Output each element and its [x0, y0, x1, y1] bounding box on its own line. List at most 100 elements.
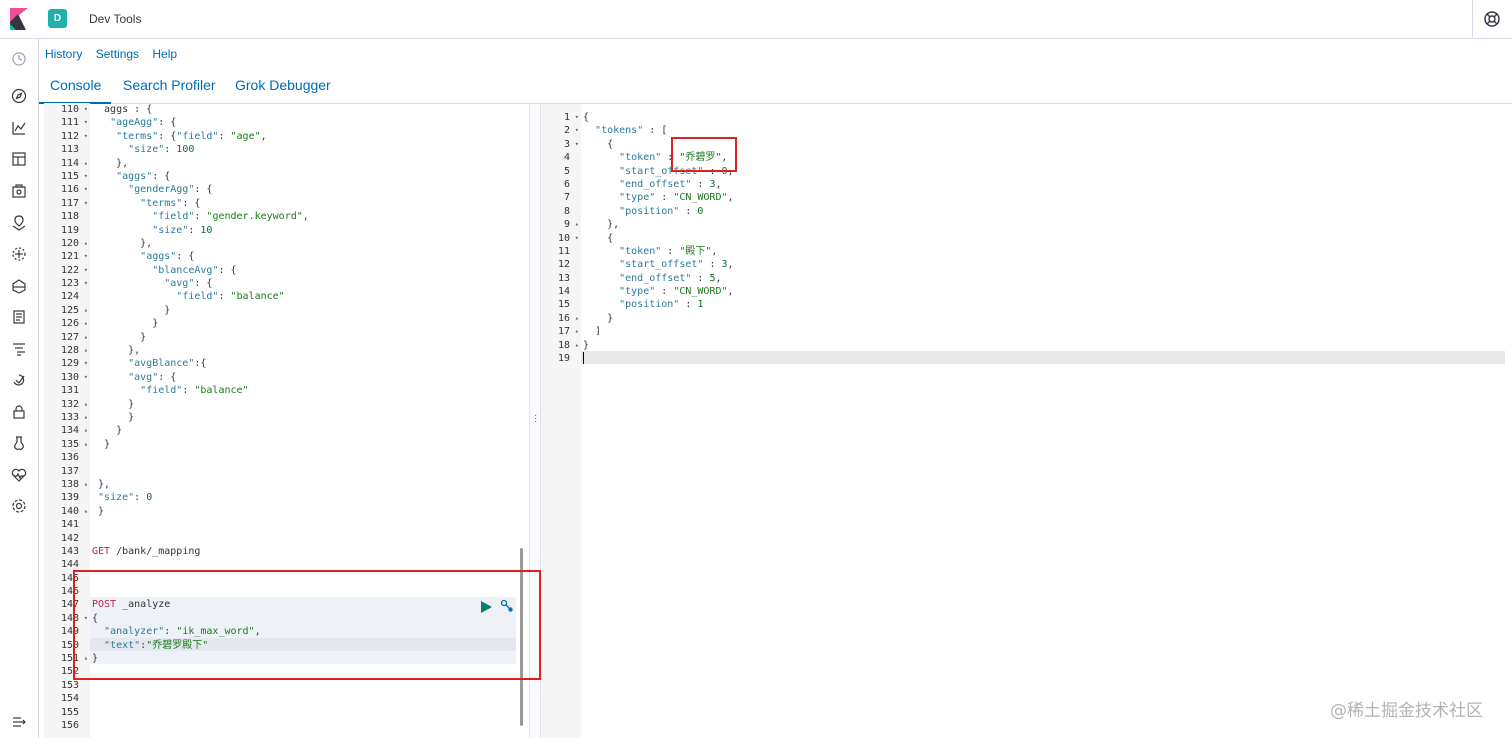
- response-line-number: 12: [557, 259, 570, 271]
- request-line-number: 137: [60, 465, 79, 477]
- request-line-number: 124: [60, 291, 79, 303]
- request-code-line: "terms": {: [140, 197, 201, 209]
- response-code-line: }: [583, 339, 590, 351]
- request-code-line: "field": "balance": [140, 385, 249, 397]
- uptime-icon[interactable]: [11, 372, 27, 388]
- request-line-number: 117: [44, 197, 90, 211]
- request-code-line: "field": "balance": [176, 291, 285, 303]
- request-line-number: 154: [60, 693, 79, 705]
- response-code-line: "tokens" : [: [595, 125, 668, 137]
- request-line-number: 125: [44, 304, 90, 318]
- response-code-line: "end_offset" : 5,: [619, 272, 722, 284]
- monitoring-icon[interactable]: [11, 467, 27, 483]
- request-line-number: 113: [60, 144, 79, 156]
- history-link[interactable]: History: [45, 47, 82, 61]
- request-line-number: 121: [44, 250, 90, 264]
- response-line-number: 10: [541, 232, 581, 246]
- response-code-line: "type" : "CN_WORD",: [619, 192, 734, 204]
- kibana-logo-icon[interactable]: [10, 8, 28, 30]
- clock-icon[interactable]: [11, 51, 27, 67]
- request-line-number: 116: [44, 183, 90, 197]
- tab-console[interactable]: Console: [50, 77, 101, 93]
- apm-icon[interactable]: [11, 341, 27, 357]
- response-line-number: 13: [557, 272, 570, 284]
- top-menu: History Settings Help: [45, 47, 187, 61]
- response-line-number: 3: [541, 138, 581, 152]
- logs-icon[interactable]: [11, 309, 27, 325]
- response-editor[interactable]: { "tokens" : [ { "token" : "乔碧罗", "start…: [581, 104, 1505, 738]
- canvas-icon[interactable]: [11, 183, 27, 199]
- response-line-number: 17: [541, 325, 581, 339]
- top-divider: [1472, 0, 1473, 39]
- visualize-icon[interactable]: [11, 120, 27, 136]
- response-line-number: 8: [563, 205, 570, 217]
- help-link[interactable]: Help: [152, 47, 177, 61]
- request-line-number: 120: [44, 237, 90, 251]
- ml-icon[interactable]: [11, 246, 27, 262]
- request-code-line: }: [92, 505, 105, 517]
- request-code-line: [90, 532, 309, 545]
- request-line-number: 140: [44, 505, 90, 519]
- request-code-line: "aggs": {: [116, 170, 171, 182]
- request-line-number: 122: [44, 264, 90, 278]
- response-line-number: 19: [557, 353, 570, 365]
- request-line-number: 111: [44, 116, 90, 130]
- management-icon[interactable]: [11, 498, 27, 514]
- maps-icon[interactable]: [11, 215, 27, 231]
- compass-icon[interactable]: [11, 88, 27, 104]
- request-line-number: 129: [44, 357, 90, 371]
- request-line-number: 132: [44, 398, 90, 412]
- request-code-line: "blanceAvg": {: [152, 264, 237, 276]
- response-code-line: "position" : 1: [619, 299, 704, 311]
- devtools-icon[interactable]: [11, 435, 27, 451]
- settings-link[interactable]: Settings: [96, 47, 139, 61]
- request-code-line: "terms": {"field": "age",: [116, 130, 267, 142]
- response-line-number: 15: [557, 299, 570, 311]
- request-line-number: 141: [60, 519, 79, 531]
- infrastructure-icon[interactable]: [11, 278, 27, 294]
- request-code-line: }: [92, 398, 135, 410]
- request-line-number: 153: [60, 679, 79, 691]
- request-code-line: }: [92, 411, 135, 423]
- response-line-number: 5: [563, 165, 570, 177]
- side-nav: [0, 39, 39, 738]
- watermark: @稀土掘金技术社区: [1330, 701, 1483, 721]
- request-line-number: 134: [44, 424, 90, 438]
- request-code-line: }: [92, 318, 159, 330]
- tab-grok-debugger[interactable]: Grok Debugger: [235, 77, 331, 93]
- request-code-line: "ageAgg": {: [110, 117, 177, 129]
- request-code-line: }: [92, 331, 147, 343]
- response-code-line: "end_offset" : 3,: [619, 178, 722, 190]
- response-code-line: "token" : "殿下",: [619, 245, 718, 257]
- request-line-number: 155: [60, 706, 79, 718]
- help-menu-icon[interactable]: [1483, 10, 1501, 28]
- request-code-line: },: [92, 478, 111, 490]
- request-line-number: 130: [44, 371, 90, 385]
- collapse-icon[interactable]: [11, 714, 27, 730]
- request-line-number: 110: [44, 103, 90, 117]
- dashboard-icon[interactable]: [11, 151, 27, 167]
- response-code-line: [581, 352, 734, 365]
- response-code-line: "position" : 0: [619, 205, 704, 217]
- request-line-number: 112: [44, 130, 90, 144]
- request-line-number: 131: [60, 385, 79, 397]
- request-code-line: aggs : {: [92, 104, 153, 115]
- request-code-line: "avg": {: [164, 278, 213, 290]
- response-code-line: },: [583, 219, 620, 231]
- app-title: Dev Tools: [89, 12, 142, 26]
- request-code-line: [90, 692, 309, 705]
- request-code-line: [90, 451, 309, 464]
- request-line-number: 143: [60, 545, 79, 557]
- request-code-line: [90, 465, 309, 478]
- response-code-line: ]: [583, 326, 602, 338]
- response-code-line: "start_offset" : 3,: [619, 259, 734, 271]
- request-line-number: 128: [44, 344, 90, 358]
- request-line-number: 126: [44, 317, 90, 331]
- request-line-number: 138: [44, 478, 90, 492]
- siem-icon[interactable]: [11, 404, 27, 420]
- tabs-bar: Console Search Profiler Grok Debugger: [39, 66, 1512, 104]
- space-avatar[interactable]: D: [48, 9, 67, 28]
- tab-search-profiler[interactable]: Search Profiler: [123, 77, 216, 93]
- request-code-line: "avg": {: [128, 371, 177, 383]
- response-editor-gutter: 12345678910111213141516171819: [541, 104, 581, 738]
